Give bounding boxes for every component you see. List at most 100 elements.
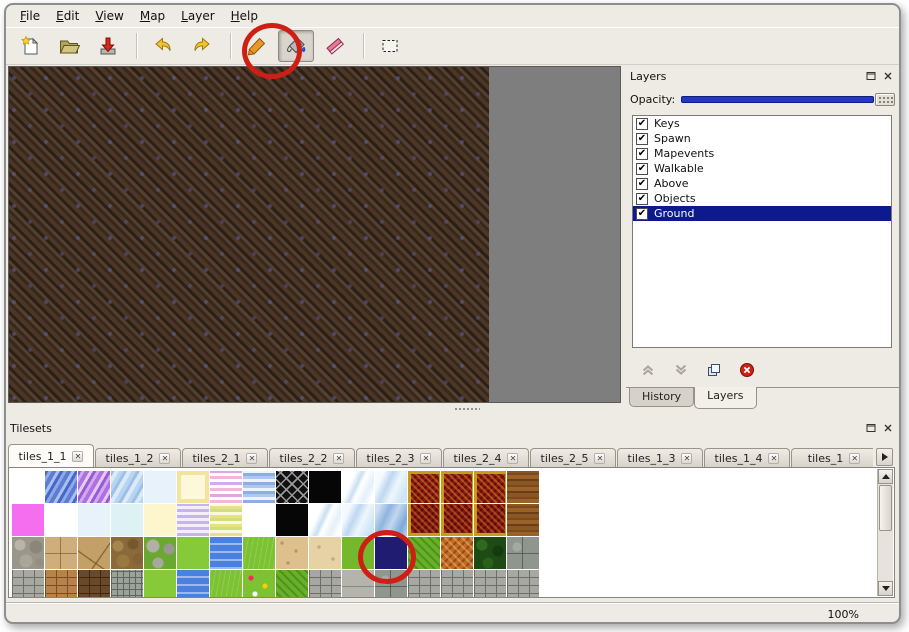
tileset-tile-sand[interactable]	[276, 537, 308, 569]
scroll-down-button[interactable]	[878, 581, 893, 596]
tab-scroll-right-button[interactable]	[876, 448, 893, 466]
tileset-tile-stonesmall[interactable]	[111, 570, 143, 598]
tileset-tile-carpet-b[interactable]	[408, 504, 440, 536]
tileset-tile-stone[interactable]	[507, 537, 539, 569]
tileset-tile-lightblue[interactable]	[111, 471, 143, 503]
redo-button[interactable]	[184, 30, 220, 62]
tileset-tile-navy[interactable]	[375, 537, 407, 569]
tileset-tile-black[interactable]	[309, 471, 341, 503]
layer-row-above[interactable]: ✔Above	[633, 176, 891, 191]
open-map-button[interactable]	[51, 30, 87, 62]
tileset-tab-tiles_2_4[interactable]: tiles_2_4✕	[443, 448, 529, 467]
map-view[interactable]	[8, 66, 621, 403]
tileset-tile-cream[interactable]	[177, 471, 209, 503]
tileset-tile-brickgray[interactable]	[408, 570, 440, 598]
tilesets-close-button[interactable]	[881, 422, 895, 435]
duplicate-layer-button[interactable]	[702, 359, 726, 381]
tileset-tile-paleyellow[interactable]	[144, 504, 176, 536]
tab-history[interactable]: History	[629, 388, 694, 407]
layer-row-objects[interactable]: ✔Objects	[633, 191, 891, 206]
menu-item-edit[interactable]: Edit	[48, 6, 87, 26]
tileset-tile-grasstex[interactable]	[276, 570, 308, 598]
layer-row-mapevents[interactable]: ✔Mapevents	[633, 146, 891, 161]
tileset-tile-green[interactable]	[144, 570, 176, 598]
tileset-tab-tiles_1[interactable]: tiles_1✕	[791, 448, 873, 467]
scroll-up-button[interactable]	[878, 469, 893, 484]
tileset-tile-magenta[interactable]	[12, 504, 44, 536]
menu-item-view[interactable]: View	[87, 6, 131, 26]
menu-item-help[interactable]: Help	[223, 6, 266, 26]
layer-row-ground[interactable]: ✔Ground	[633, 206, 891, 221]
tileset-tile-lavstripe[interactable]	[177, 504, 209, 536]
layer-visibility-checkbox[interactable]: ✔	[636, 208, 648, 220]
tab-close-icon[interactable]: ✕	[72, 451, 83, 462]
tileset-tile-streak-dark[interactable]	[375, 504, 407, 536]
tileset-tile-water-deep[interactable]	[177, 570, 209, 598]
tileset-tile-black[interactable]	[276, 504, 308, 536]
tileset-tile-streak-light[interactable]	[309, 504, 341, 536]
tileset-tile-foliage[interactable]	[474, 537, 506, 569]
save-map-button[interactable]	[90, 30, 126, 62]
opacity-slider-track[interactable]	[681, 96, 874, 103]
tab-close-icon[interactable]: ✕	[420, 453, 431, 464]
tab-close-icon[interactable]: ✕	[246, 453, 257, 464]
tileset-tab-tiles_2_3[interactable]: tiles_2_3✕	[356, 448, 442, 467]
new-map-button[interactable]	[12, 30, 48, 62]
tileset-tile-stonegrass[interactable]	[144, 537, 176, 569]
tileset-tile-grass[interactable]	[243, 537, 275, 569]
tileset-tile-cobble[interactable]	[12, 537, 44, 569]
tileset-tile-lattice[interactable]	[276, 471, 308, 503]
tileset-tile-stone[interactable]	[375, 570, 407, 598]
tileset-tile-grass[interactable]	[210, 570, 242, 598]
tileset-tab-tiles_2_1[interactable]: tiles_2_1✕	[182, 448, 268, 467]
layer-row-spawn[interactable]: ✔Spawn	[633, 131, 891, 146]
tileset-tab-tiles_2_2[interactable]: tiles_2_2✕	[269, 448, 355, 467]
tileset-tile-brickorange[interactable]	[441, 537, 473, 569]
tileset-tile-carpet-b[interactable]	[441, 504, 473, 536]
tileset-tile-palecyan[interactable]	[111, 504, 143, 536]
tileset-tile-sand2[interactable]	[309, 537, 341, 569]
tileset-tile-green[interactable]	[177, 537, 209, 569]
tileset-tile-water[interactable]	[45, 471, 77, 503]
layer-visibility-checkbox[interactable]: ✔	[636, 163, 648, 175]
tileset-tile-brickgray[interactable]	[309, 570, 341, 598]
tileset-tile-bluestripe[interactable]	[243, 471, 275, 503]
tileset-tile-wood[interactable]	[507, 471, 539, 503]
delete-layer-button[interactable]	[735, 359, 759, 381]
layer-visibility-checkbox[interactable]: ✔	[636, 133, 648, 145]
layer-row-keys[interactable]: ✔Keys	[633, 116, 891, 131]
tilesets-float-button[interactable]	[864, 422, 878, 435]
tab-close-icon[interactable]: ✕	[159, 453, 170, 464]
tileset-tile-wood[interactable]	[507, 504, 539, 536]
menu-item-file[interactable]: File	[12, 6, 48, 26]
tileset-tab-tiles_2_5[interactable]: tiles_2_5✕	[530, 448, 616, 467]
select-tool-button[interactable]	[372, 30, 408, 62]
tileset-tab-tiles_1_4[interactable]: tiles_1_4✕	[704, 448, 790, 467]
tileset-tile-pinkstripe[interactable]	[210, 471, 242, 503]
tileset-tile-streak-mid[interactable]	[375, 471, 407, 503]
tileset-tile-yellowstripe[interactable]	[210, 504, 242, 536]
layer-visibility-checkbox[interactable]: ✔	[636, 178, 648, 190]
tileset-tile-streak-light[interactable]	[342, 471, 374, 503]
layers-float-button[interactable]	[864, 70, 878, 83]
tab-layers[interactable]: Layers	[694, 387, 756, 409]
tileset-tile-white[interactable]	[12, 471, 44, 503]
tileset-tile-pale[interactable]	[144, 471, 176, 503]
layers-close-button[interactable]	[881, 70, 895, 83]
layer-visibility-checkbox[interactable]: ✔	[636, 148, 648, 160]
tileset-tile-purple[interactable]	[78, 471, 110, 503]
tileset-tile-green2[interactable]	[342, 537, 374, 569]
tileset-tile-carpet[interactable]	[441, 471, 473, 503]
layer-visibility-checkbox[interactable]: ✔	[636, 193, 648, 205]
tileset-tile-water-deep[interactable]	[210, 537, 242, 569]
layer-visibility-checkbox[interactable]: ✔	[636, 118, 648, 130]
raise-layer-button[interactable]	[636, 359, 660, 381]
tileset-tile-flowers[interactable]	[243, 570, 275, 598]
tileset-tile-carpet[interactable]	[474, 471, 506, 503]
menu-item-map[interactable]: Map	[132, 6, 173, 26]
tileset-scrollbar[interactable]	[877, 469, 893, 596]
scrollbar-thumb[interactable]	[879, 485, 892, 531]
tab-close-icon[interactable]: ✕	[333, 453, 344, 464]
opacity-slider-handle[interactable]	[875, 93, 895, 106]
tileset-tile-carpet-b[interactable]	[474, 504, 506, 536]
